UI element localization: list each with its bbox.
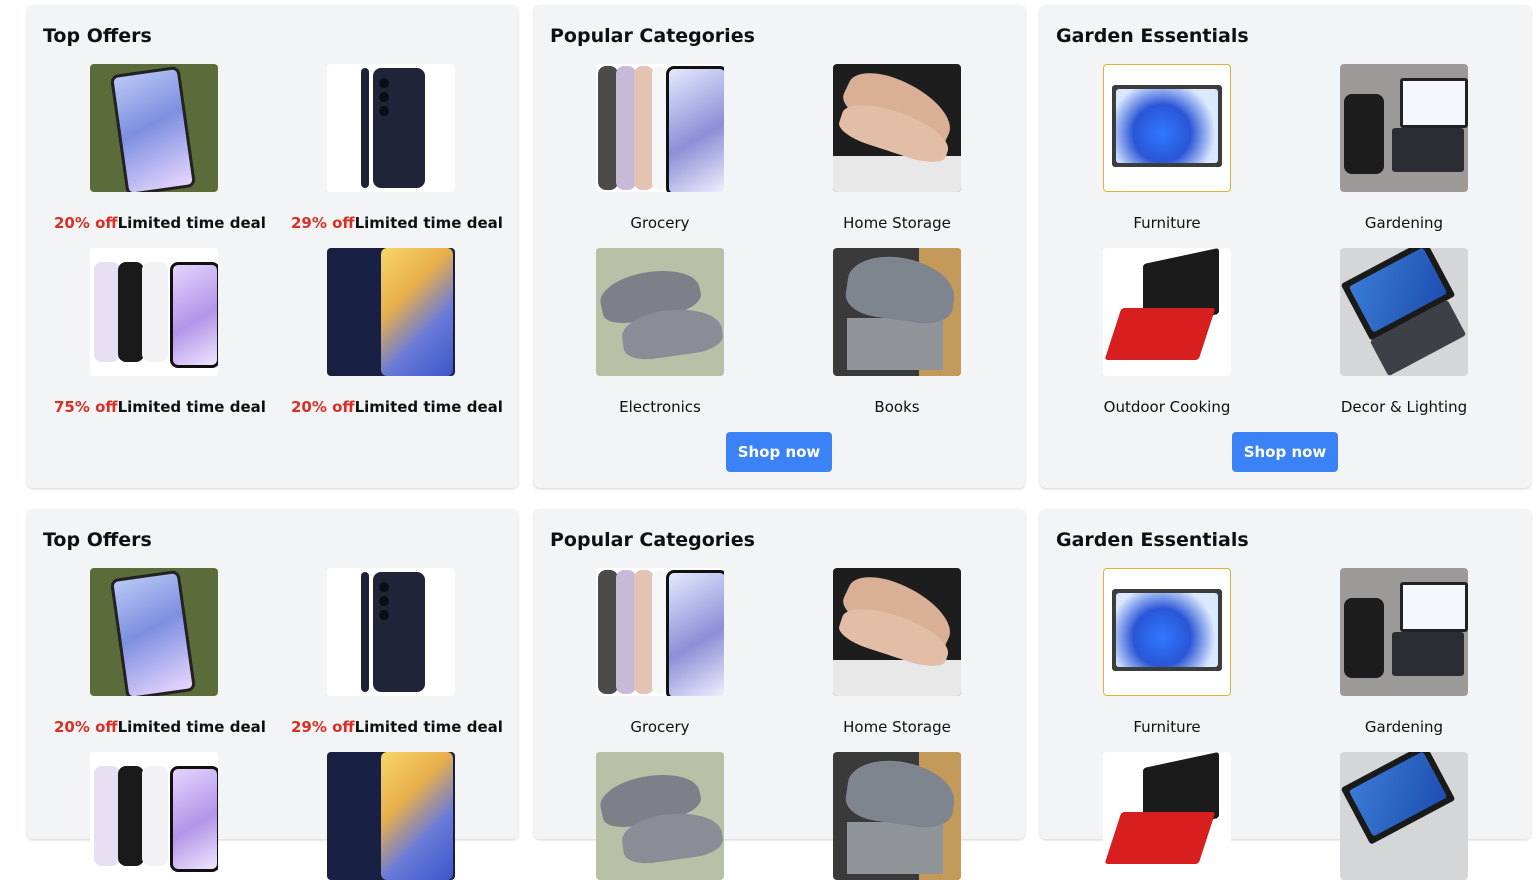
- category-label: Grocery: [630, 718, 690, 736]
- category-label: Decor & Lighting: [1340, 398, 1468, 416]
- phone-image[interactable]: [596, 568, 724, 696]
- offer-tile[interactable]: 20% offLimited time deal: [54, 64, 266, 232]
- phone-image[interactable]: [327, 752, 455, 880]
- garden-tile[interactable]: [1304, 752, 1504, 880]
- category-label: Outdoor Cooking: [1103, 398, 1231, 416]
- top-offers-card: Top Offers 20% offLimited time deal 29% …: [27, 509, 518, 880]
- garden-tile[interactable]: Gardening: [1304, 568, 1504, 736]
- deal-label: Limited time deal: [117, 398, 266, 416]
- category-label: Gardening: [1364, 214, 1444, 232]
- category-tile[interactable]: Electronics: [560, 248, 760, 416]
- card-title: Top Offers: [43, 25, 152, 47]
- category-tile[interactable]: Books: [797, 248, 997, 416]
- discount-label: 75% off: [54, 398, 118, 416]
- card-title: Garden Essentials: [1056, 529, 1249, 551]
- category-label: Electronics: [619, 398, 701, 416]
- category-tile[interactable]: [797, 752, 997, 880]
- garden-tile[interactable]: Furniture: [1067, 64, 1267, 232]
- deal-label: Limited time deal: [117, 214, 266, 232]
- tablet-image[interactable]: [1340, 568, 1468, 696]
- offer-tile[interactable]: [54, 752, 254, 880]
- deal-label: Limited time deal: [354, 214, 503, 232]
- garden-essentials-card: Garden Essentials Furniture Gardening: [1040, 509, 1531, 880]
- tablet-image[interactable]: [1103, 752, 1231, 880]
- phone-image[interactable]: [327, 248, 455, 376]
- offer-tile[interactable]: 29% offLimited time deal: [291, 64, 503, 232]
- category-tile[interactable]: Home Storage: [797, 64, 997, 232]
- category-tile[interactable]: [560, 752, 760, 880]
- tablet-image[interactable]: [1340, 752, 1468, 880]
- garden-essentials-card: Garden Essentials Furniture Gardening Ou…: [1040, 5, 1531, 488]
- garden-tile[interactable]: Gardening: [1304, 64, 1504, 232]
- sneaker-image[interactable]: [833, 248, 961, 376]
- offer-tile[interactable]: 20% offLimited time deal: [54, 568, 266, 736]
- offer-tile[interactable]: [291, 752, 491, 880]
- garden-tile[interactable]: Decor & Lighting: [1304, 248, 1504, 416]
- sneaker-image[interactable]: [596, 752, 724, 880]
- tablet-image[interactable]: [1340, 248, 1468, 376]
- garden-tile[interactable]: [1067, 752, 1267, 880]
- discount-label: 20% off: [291, 398, 355, 416]
- sneaker-image[interactable]: [833, 64, 961, 192]
- tablet-image[interactable]: [1103, 248, 1231, 376]
- deal-label: Limited time deal: [354, 398, 503, 416]
- phone-image[interactable]: [596, 64, 724, 192]
- popular-categories-card: Popular Categories Grocery Home Storage …: [534, 5, 1025, 488]
- deal-label: Limited time deal: [354, 718, 503, 736]
- card-title: Top Offers: [43, 529, 152, 551]
- category-tile[interactable]: Grocery: [560, 64, 760, 232]
- garden-tile[interactable]: Outdoor Cooking: [1067, 248, 1267, 416]
- tablet-image[interactable]: [1103, 568, 1231, 696]
- deal-label: Limited time deal: [117, 718, 266, 736]
- category-label: Home Storage: [843, 214, 951, 232]
- card-title: Popular Categories: [550, 25, 755, 47]
- phone-image[interactable]: [90, 568, 218, 696]
- discount-label: 29% off: [291, 718, 355, 736]
- card-title: Garden Essentials: [1056, 25, 1249, 47]
- phone-image[interactable]: [327, 64, 455, 192]
- phone-image[interactable]: [327, 568, 455, 696]
- category-label: Gardening: [1364, 718, 1444, 736]
- category-label: Home Storage: [843, 718, 951, 736]
- category-label: Furniture: [1133, 718, 1201, 736]
- tablet-image[interactable]: [1103, 64, 1231, 192]
- category-label: Grocery: [630, 214, 690, 232]
- card-title: Popular Categories: [550, 529, 755, 551]
- garden-tile[interactable]: Furniture: [1067, 568, 1267, 736]
- category-label: Books: [874, 398, 920, 416]
- sneaker-image[interactable]: [596, 248, 724, 376]
- category-tile[interactable]: Home Storage: [797, 568, 997, 736]
- sneaker-image[interactable]: [833, 752, 961, 880]
- shop-now-button[interactable]: Shop now: [726, 432, 832, 472]
- shop-now-button[interactable]: Shop now: [1232, 432, 1338, 472]
- top-offers-card: Top Offers 20% offLimited time deal 29% …: [27, 5, 518, 488]
- sneaker-image[interactable]: [833, 568, 961, 696]
- phone-image[interactable]: [90, 248, 218, 376]
- phone-image[interactable]: [90, 752, 218, 880]
- discount-label: 29% off: [291, 214, 355, 232]
- offer-tile[interactable]: 75% offLimited time deal: [54, 248, 266, 416]
- category-label: Furniture: [1133, 214, 1201, 232]
- discount-label: 20% off: [54, 718, 118, 736]
- category-tile[interactable]: Grocery: [560, 568, 760, 736]
- popular-categories-card: Popular Categories Grocery Home Storage: [534, 509, 1025, 880]
- offer-tile[interactable]: 20% offLimited time deal: [291, 248, 503, 416]
- offer-tile[interactable]: 29% offLimited time deal: [291, 568, 503, 736]
- tablet-image[interactable]: [1340, 64, 1468, 192]
- phone-image[interactable]: [90, 64, 218, 192]
- discount-label: 20% off: [54, 214, 118, 232]
